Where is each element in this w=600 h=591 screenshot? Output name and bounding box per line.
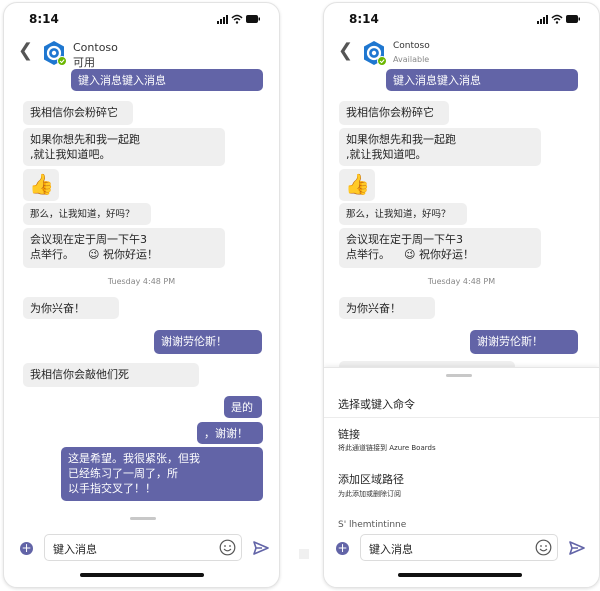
battery-icon bbox=[246, 15, 260, 23]
phone-left: 8:14 ❮ Contoso 可用 键入消息键入消息 我相信你会粉碎它 如果你想… bbox=[3, 2, 280, 588]
phone-right: 8:14 ❮ Contoso Available 键入消息键入消息 我相信你会粉… bbox=[323, 2, 600, 588]
drag-handle[interactable] bbox=[446, 374, 472, 377]
message-timestamp: Tuesday 4:48 PM bbox=[427, 277, 496, 286]
command-title: 添加区域路径 bbox=[338, 473, 404, 486]
divider-square bbox=[299, 549, 309, 559]
send-icon[interactable] bbox=[253, 541, 269, 555]
message-incoming: 为你兴奋！ bbox=[23, 297, 119, 319]
emoji-icon[interactable] bbox=[535, 539, 552, 556]
status-time: 8:14 bbox=[349, 12, 379, 26]
message-incoming: 如果你想先和我一起跑 ,就让我知道吧。 bbox=[23, 128, 225, 166]
divider bbox=[324, 417, 599, 418]
contoso-logo-icon[interactable] bbox=[41, 40, 67, 66]
message-outgoing: 这是希望。我很紧张，但我 已经练习了一周了，所 以手指交叉了！！ bbox=[61, 447, 263, 501]
chat-header: ❮ Contoso Available bbox=[324, 37, 599, 69]
contoso-logo-icon[interactable] bbox=[361, 40, 387, 66]
status-icons bbox=[537, 14, 580, 24]
thumbs-up-icon: 👍 bbox=[29, 172, 54, 196]
message-incoming: 为你兴奋！ bbox=[339, 297, 435, 319]
message-timestamp: Tuesday 4:48 PM bbox=[107, 277, 176, 286]
status-time: 8:14 bbox=[29, 12, 59, 26]
drag-handle[interactable] bbox=[130, 517, 156, 520]
status-bar: 8:14 bbox=[4, 3, 279, 33]
status-icons bbox=[217, 14, 260, 24]
message-incoming-emoji: 👍 bbox=[23, 169, 59, 201]
wifi-icon bbox=[551, 14, 563, 24]
command-title: 链接 bbox=[338, 428, 360, 441]
message-input[interactable]: 键入消息 bbox=[360, 534, 558, 561]
message-outgoing: 键入消息键入消息 bbox=[71, 69, 263, 91]
status-bar: 8:14 bbox=[324, 3, 599, 33]
thumbs-up-icon: 👍 bbox=[345, 172, 370, 196]
message-incoming: 那么，让我知道，好吗？ bbox=[339, 203, 467, 225]
battery-icon bbox=[566, 15, 580, 23]
command-description: 为此添加或删除订阅 bbox=[338, 490, 401, 498]
message-incoming: 会议现在定于周一下午3 点举行。 😉 祝你好运！ bbox=[339, 228, 541, 268]
message-incoming: 那么，让我知道，好吗？ bbox=[23, 203, 151, 225]
signal-icon bbox=[217, 15, 228, 24]
chat-header: ❮ Contoso 可用 bbox=[4, 37, 279, 69]
message-outgoing: 谢谢劳伦斯！ bbox=[154, 330, 262, 354]
message-incoming: 我相信你会敲他们死 bbox=[23, 363, 199, 387]
message-incoming: 如果你想先和我一起跑 ,就让我知道吧。 bbox=[339, 128, 541, 166]
home-indicator bbox=[80, 573, 204, 577]
message-input-placeholder: 键入消息 bbox=[369, 543, 413, 556]
send-icon[interactable] bbox=[569, 541, 585, 555]
command-panel-title: 选择或键入命令 bbox=[338, 398, 415, 411]
wifi-icon bbox=[231, 14, 243, 24]
message-outgoing: ，谢谢！ bbox=[197, 422, 263, 444]
message-outgoing: 谢谢劳伦斯！ bbox=[470, 330, 578, 354]
contact-status: Available bbox=[393, 55, 430, 64]
presence-available-icon bbox=[377, 56, 387, 66]
contact-name: Contoso bbox=[73, 41, 118, 54]
presence-available-icon bbox=[57, 56, 67, 66]
back-chevron-icon[interactable]: ❮ bbox=[338, 42, 353, 60]
add-icon[interactable]: + bbox=[20, 542, 33, 555]
command-description: 将此通道链接到 Azure Boards bbox=[338, 444, 436, 452]
add-icon[interactable]: + bbox=[336, 542, 349, 555]
message-incoming: 我相信你会粉碎它 bbox=[23, 101, 133, 125]
command-item-partial[interactable]: S' lhemtintinne bbox=[338, 520, 406, 530]
emoji-icon[interactable] bbox=[219, 539, 236, 556]
signal-icon bbox=[537, 15, 548, 24]
message-outgoing: 键入消息键入消息 bbox=[386, 69, 578, 91]
contact-status: 可用 bbox=[73, 56, 95, 69]
message-outgoing: 是的 bbox=[224, 396, 262, 418]
back-chevron-icon[interactable]: ❮ bbox=[18, 42, 33, 60]
message-input[interactable]: 键入消息 bbox=[44, 534, 242, 561]
message-incoming: 我相信你会粉碎它 bbox=[339, 101, 449, 125]
contact-name: Contoso bbox=[393, 41, 430, 51]
home-indicator bbox=[398, 573, 522, 577]
message-input-placeholder: 键入消息 bbox=[53, 543, 97, 556]
message-incoming-emoji: 👍 bbox=[339, 169, 375, 201]
message-incoming: 会议现在定于周一下午3 点举行。 😉 祝你好运！ bbox=[23, 228, 225, 268]
